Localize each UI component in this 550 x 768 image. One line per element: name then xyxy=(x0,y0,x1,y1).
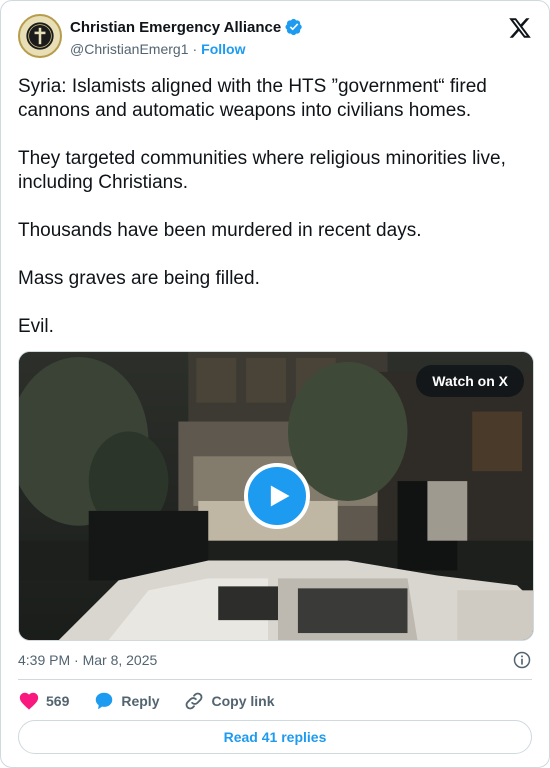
timestamp-row: 4:39 PM · Mar 8, 2025 xyxy=(18,649,532,671)
tweet-timestamp[interactable]: 4:39 PM · Mar 8, 2025 xyxy=(18,652,157,668)
info-icon[interactable] xyxy=(512,650,532,670)
author-handle-row: @ChristianEmerg1 · Follow xyxy=(70,41,245,57)
copy-link-action[interactable]: Copy link xyxy=(183,690,275,712)
author-display-name[interactable]: Christian Emergency Alliance xyxy=(70,19,281,36)
handle-separator: · xyxy=(192,41,198,57)
tweet-paragraph: Syria: Islamists aligned with the HTS ”g… xyxy=(18,76,487,121)
alliance-seal-icon xyxy=(20,16,60,56)
reply-label: Reply xyxy=(121,693,160,709)
tweet-paragraph: Thousands have been murdered in recent d… xyxy=(18,220,422,241)
author-name-row: Christian Emergency Alliance xyxy=(70,18,303,36)
link-icon xyxy=(183,690,205,712)
heart-icon xyxy=(18,690,40,712)
play-icon xyxy=(270,485,290,507)
read-replies-button[interactable]: Read 41 replies xyxy=(18,720,532,754)
tweet-paragraph: Mass graves are being filled. xyxy=(18,268,260,289)
like-count: 569 xyxy=(46,693,70,709)
author-handle[interactable]: @ChristianEmerg1 xyxy=(70,41,188,57)
tweet-embed-card: Christian Emergency Alliance @ChristianE… xyxy=(0,0,550,768)
video-media[interactable]: Watch on X xyxy=(18,351,534,641)
play-button[interactable] xyxy=(244,463,310,529)
divider xyxy=(18,679,532,680)
reply-bubble-icon xyxy=(93,690,115,712)
x-logo-icon[interactable] xyxy=(508,16,532,40)
watch-on-x-button[interactable]: Watch on X xyxy=(416,365,524,397)
reply-action[interactable]: Reply xyxy=(93,690,159,712)
tweet-header: Christian Emergency Alliance @ChristianE… xyxy=(18,14,532,64)
tweet-paragraph: They targeted communities where religiou… xyxy=(18,148,506,193)
tweet-actions: 569 Reply Copy link xyxy=(18,689,532,713)
copy-link-label: Copy link xyxy=(211,693,275,709)
tweet-text: Syria: Islamists aligned with the HTS ”g… xyxy=(18,75,534,363)
author-avatar[interactable] xyxy=(18,14,62,58)
verified-badge-icon xyxy=(285,18,303,36)
follow-button[interactable]: Follow xyxy=(201,41,245,57)
tweet-paragraph: Evil. xyxy=(18,316,54,337)
like-action[interactable]: 569 xyxy=(18,690,69,712)
